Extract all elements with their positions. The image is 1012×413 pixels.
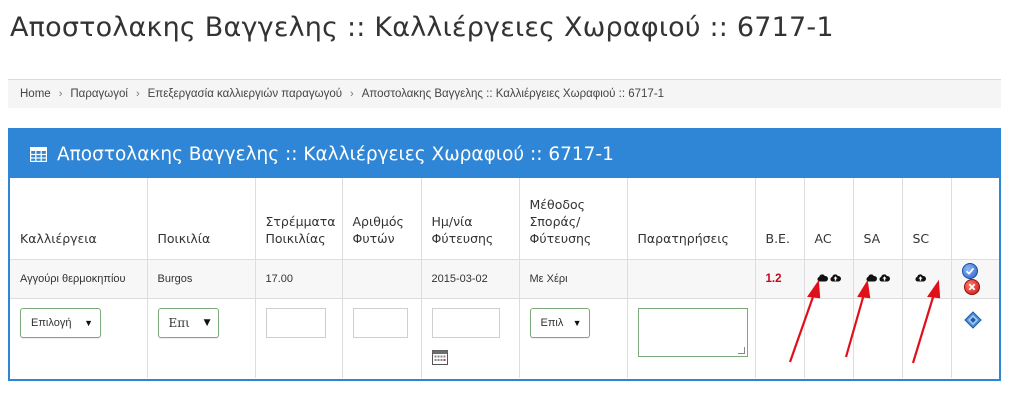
cell-method: Με Χέρι: [518, 259, 627, 299]
cell-date: 2015-03-02: [420, 259, 519, 299]
col-header-method: Μέθοδος Σποράς/Φύτευσης: [518, 178, 627, 260]
chevron-down-icon: ▼: [572, 317, 582, 328]
cloud-upload-icon[interactable]: [879, 273, 890, 282]
table-row: Αγγούρι θερμοκηπίου Burgos 17.00 2015-03…: [10, 259, 999, 299]
cell-be: 1.2: [754, 259, 804, 299]
breadcrumb-separator: ›: [135, 88, 140, 100]
cloud-upload-icon[interactable]: [830, 273, 841, 282]
crops-panel: Αποστολακης Βαγγελης :: Καλλιέργειες Χωρ…: [8, 128, 1001, 381]
breadcrumb: Home › Παραγωγοί › Επεξεργασία καλλιεργι…: [8, 79, 1001, 108]
col-header-sc: SC: [901, 178, 951, 260]
chevron-down-icon: ▼: [84, 317, 93, 328]
date-input[interactable]: [431, 307, 500, 338]
col-header-notes: Παρατηρήσεις: [626, 178, 755, 260]
breadcrumb-home[interactable]: Home: [20, 88, 51, 100]
cell-crop: Αγγούρι θερμοκηπίου: [10, 259, 147, 299]
be-value: 1.2: [765, 272, 782, 285]
col-header-be: Β.Ε.: [754, 178, 804, 260]
cell-area: 17.00: [254, 259, 342, 299]
breadcrumb-separator: ›: [350, 88, 354, 100]
cloud-upload-icon[interactable]: [915, 273, 926, 282]
cell-plants: [341, 259, 421, 299]
cell-sc: [901, 259, 951, 299]
plants-input[interactable]: [352, 307, 408, 338]
breadcrumb-current: Αποστολακης Βαγγελης :: Καλλιέργειες Χωρ…: [361, 88, 665, 100]
confirm-icon[interactable]: [961, 262, 978, 279]
breadcrumb-separator: ›: [58, 88, 63, 100]
page-title: Αποστολακης Βαγγελης :: Καλλιέργειες Χωρ…: [10, 12, 834, 43]
col-header-crop: Καλλιέργεια: [10, 178, 147, 260]
cell-sa: [852, 259, 902, 299]
col-header-area: Στρέμματα Ποικιλίας: [254, 178, 342, 260]
panel-heading-text: Αποστολακης Βαγγελης :: Καλλιέργειες Χωρ…: [57, 143, 614, 165]
area-input[interactable]: [265, 307, 326, 338]
crops-table: Καλλιέργεια Ποικιλία Στρέμματα Ποικιλίας …: [10, 178, 999, 378]
col-header-date: Ημ/νία Φύτευσης: [420, 178, 519, 260]
notes-textarea[interactable]: [637, 307, 748, 357]
method-select[interactable]: Επιλ ▼: [529, 307, 590, 338]
new-entry-row: Επιλογή ▼ Επι ▼ Επιλ ▼: [10, 298, 999, 378]
calendar-icon[interactable]: [431, 349, 448, 365]
breadcrumb-producers[interactable]: Παραγωγοί: [70, 88, 128, 100]
variety-select[interactable]: Επι ▼: [157, 307, 219, 338]
crop-select[interactable]: Επιλογή ▼: [20, 307, 101, 338]
chevron-down-icon: ▼: [203, 317, 211, 328]
cell-ac: [803, 259, 853, 299]
panel-heading: Αποστολακης Βαγγελης :: Καλλιέργειες Χωρ…: [10, 130, 999, 178]
delete-icon[interactable]: [963, 278, 980, 295]
cell-actions: [950, 259, 999, 299]
table-grid-icon: [30, 146, 47, 162]
cloud-icon[interactable]: [817, 273, 828, 282]
cloud-icon[interactable]: [866, 273, 877, 282]
table-header-row: Καλλιέργεια Ποικιλία Στρέμματα Ποικιλίας …: [10, 178, 999, 260]
col-header-variety: Ποικιλία: [146, 178, 255, 260]
breadcrumb-edit-crops[interactable]: Επεξεργασία καλλιεργιών παραγωγού: [148, 88, 342, 100]
save-diskette-icon[interactable]: [963, 310, 982, 329]
cell-notes: [626, 259, 755, 299]
col-header-plants: Αριθμός Φυτών: [341, 178, 421, 260]
col-header-sa: SA: [852, 178, 902, 260]
cell-variety: Burgos: [146, 259, 255, 299]
col-header-ac: AC: [803, 178, 853, 260]
col-header-actions: [950, 178, 999, 260]
